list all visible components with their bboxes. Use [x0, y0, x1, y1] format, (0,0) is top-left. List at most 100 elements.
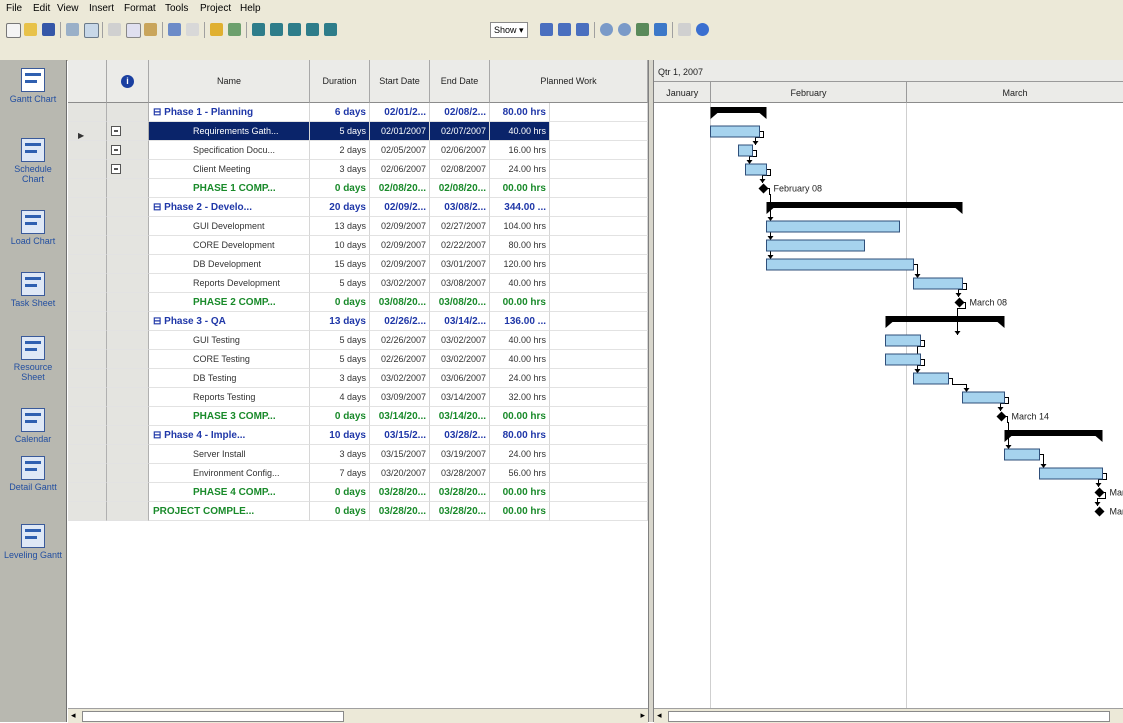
phase-row[interactable]: ⊟ Phase 3 - QA13 days02/26/2...03/14/2..… — [68, 312, 648, 331]
task-row[interactable]: GUI Development13 days02/09/200702/27/20… — [68, 217, 648, 236]
start-date-cell[interactable]: 02/01/2007 — [370, 122, 430, 141]
task-name-cell[interactable]: DB Testing — [149, 369, 310, 388]
start-date-cell[interactable]: 03/02/2007 — [370, 369, 430, 388]
milestone-row[interactable]: PHASE 1 COMP...0 days02/08/20...02/08/20… — [68, 179, 648, 198]
chart-scroll-thumb[interactable] — [668, 711, 1110, 722]
task-row[interactable]: Reports Development5 days03/02/200703/08… — [68, 274, 648, 293]
planned-work-cell[interactable]: 136.00 ... — [490, 312, 550, 331]
planned-work-cell[interactable]: 80.00 hrs — [490, 103, 550, 122]
task-row[interactable]: DB Testing3 days03/02/200703/06/200724.0… — [68, 369, 648, 388]
open-folder-icon[interactable] — [24, 23, 37, 36]
new-file-icon[interactable] — [6, 23, 21, 38]
task-name-cell[interactable]: PHASE 1 COMP... — [149, 179, 310, 198]
row-selector[interactable] — [68, 483, 107, 502]
redo-icon[interactable] — [186, 23, 199, 36]
scroll-to-task-icon[interactable] — [654, 23, 667, 36]
task-row[interactable]: Environment Config...7 days03/20/200703/… — [68, 464, 648, 483]
task-row[interactable]: Specification Docu...2 days02/05/200702/… — [68, 141, 648, 160]
task-name-cell[interactable]: Server Install — [149, 445, 310, 464]
duration-cell[interactable]: 6 days — [310, 103, 370, 122]
row-selector[interactable] — [68, 293, 107, 312]
planned-work-cell[interactable]: 344.00 ... — [490, 198, 550, 217]
row-selector[interactable] — [68, 103, 107, 122]
end-date-cell[interactable]: 03/19/2007 — [430, 445, 490, 464]
scroll-left-arrow-icon[interactable]: ◂ — [71, 710, 76, 721]
duration-cell[interactable]: 3 days — [310, 445, 370, 464]
planned-work-cell[interactable]: 00.00 hrs — [490, 407, 550, 426]
duration-cell[interactable]: 13 days — [310, 312, 370, 331]
planned-work-cell[interactable]: 40.00 hrs — [490, 331, 550, 350]
planned-work-cell[interactable]: 24.00 hrs — [490, 160, 550, 179]
arrow-left-icon[interactable] — [252, 23, 265, 36]
zoom-in-icon[interactable] — [600, 23, 613, 36]
start-date-cell[interactable]: 02/26/2... — [370, 312, 430, 331]
end-date-cell[interactable]: 03/08/2... — [430, 198, 490, 217]
menu-help[interactable]: Help — [240, 3, 261, 14]
phase-row[interactable]: ⊟ Phase 1 - Planning6 days02/01/2...02/0… — [68, 103, 648, 122]
note-icon[interactable] — [111, 164, 121, 174]
planned-work-cell[interactable]: 80.00 hrs — [490, 236, 550, 255]
help-icon[interactable] — [696, 23, 709, 36]
grid-horizontal-scrollbar[interactable]: ◂ ▸ — [68, 708, 648, 723]
task-name-cell[interactable]: CORE Testing — [149, 350, 310, 369]
planned-work-cell[interactable]: 40.00 hrs — [490, 274, 550, 293]
end-date-cell[interactable]: 03/14/2007 — [430, 388, 490, 407]
task-row[interactable]: DB Development15 days02/09/200703/01/200… — [68, 255, 648, 274]
task-name-cell[interactable]: ⊟ Phase 1 - Planning — [149, 103, 310, 122]
menu-edit[interactable]: Edit — [33, 3, 50, 14]
duration-cell[interactable]: 0 days — [310, 179, 370, 198]
duration-cell[interactable]: 10 days — [310, 426, 370, 445]
duration-cell[interactable]: 7 days — [310, 464, 370, 483]
cut-icon[interactable] — [108, 23, 121, 36]
task-name-cell[interactable]: PHASE 2 COMP... — [149, 293, 310, 312]
column-header-duration[interactable]: Duration — [310, 60, 370, 103]
end-date-cell[interactable]: 03/14/2... — [430, 312, 490, 331]
end-date-cell[interactable]: 02/06/2007 — [430, 141, 490, 160]
planned-work-cell[interactable]: 56.00 hrs — [490, 464, 550, 483]
row-header-corner[interactable] — [68, 60, 107, 103]
task-row[interactable]: ▶Requirements Gath...5 days02/01/200702/… — [68, 122, 648, 141]
duration-cell[interactable]: 15 days — [310, 255, 370, 274]
planned-work-cell[interactable]: 120.00 hrs — [490, 255, 550, 274]
column-header-end-date[interactable]: End Date — [430, 60, 490, 103]
duration-cell[interactable]: 0 days — [310, 483, 370, 502]
end-date-cell[interactable]: 03/28/2007 — [430, 464, 490, 483]
task-name-cell[interactable]: ⊟ Phase 4 - Imple... — [149, 426, 310, 445]
paste-icon[interactable] — [144, 23, 157, 36]
start-date-cell[interactable]: 02/09/2007 — [370, 255, 430, 274]
task-row[interactable]: CORE Testing5 days02/26/200703/02/200740… — [68, 350, 648, 369]
start-date-cell[interactable]: 03/15/2007 — [370, 445, 430, 464]
duration-cell[interactable]: 0 days — [310, 407, 370, 426]
task-row[interactable]: Client Meeting3 days02/06/200702/08/2007… — [68, 160, 648, 179]
start-date-cell[interactable]: 02/08/20... — [370, 179, 430, 198]
planned-work-cell[interactable]: 104.00 hrs — [490, 217, 550, 236]
row-selector[interactable] — [68, 179, 107, 198]
task-name-cell[interactable]: DB Development — [149, 255, 310, 274]
phase-row[interactable]: ⊟ Phase 4 - Imple...10 days03/15/2...03/… — [68, 426, 648, 445]
menu-insert[interactable]: Insert — [89, 3, 114, 14]
start-date-cell[interactable]: 02/01/2... — [370, 103, 430, 122]
align-center-icon[interactable] — [558, 23, 571, 36]
menu-file[interactable]: File — [6, 3, 22, 14]
start-date-cell[interactable]: 02/09/2... — [370, 198, 430, 217]
task-row[interactable]: CORE Development10 days02/09/200702/22/2… — [68, 236, 648, 255]
start-date-cell[interactable]: 03/15/2... — [370, 426, 430, 445]
row-selector[interactable] — [68, 502, 107, 521]
duration-cell[interactable]: 2 days — [310, 141, 370, 160]
end-date-cell[interactable]: 03/06/2007 — [430, 369, 490, 388]
end-date-cell[interactable]: 03/08/20... — [430, 293, 490, 312]
row-selector[interactable] — [68, 388, 107, 407]
task-row[interactable]: Server Install3 days03/15/200703/19/2007… — [68, 445, 648, 464]
row-selector[interactable] — [68, 236, 107, 255]
show-dropdown[interactable]: Show ▾ — [490, 22, 528, 38]
end-date-cell[interactable]: 02/22/2007 — [430, 236, 490, 255]
end-date-cell[interactable]: 02/27/2007 — [430, 217, 490, 236]
start-date-cell[interactable]: 03/09/2007 — [370, 388, 430, 407]
task-name-cell[interactable]: GUI Development — [149, 217, 310, 236]
duration-cell[interactable]: 0 days — [310, 502, 370, 521]
task-name-cell[interactable]: PHASE 4 COMP... — [149, 483, 310, 502]
start-date-cell[interactable]: 03/28/20... — [370, 483, 430, 502]
start-date-cell[interactable]: 03/08/20... — [370, 293, 430, 312]
duration-cell[interactable]: 5 days — [310, 350, 370, 369]
end-date-cell[interactable]: 02/07/2007 — [430, 122, 490, 141]
